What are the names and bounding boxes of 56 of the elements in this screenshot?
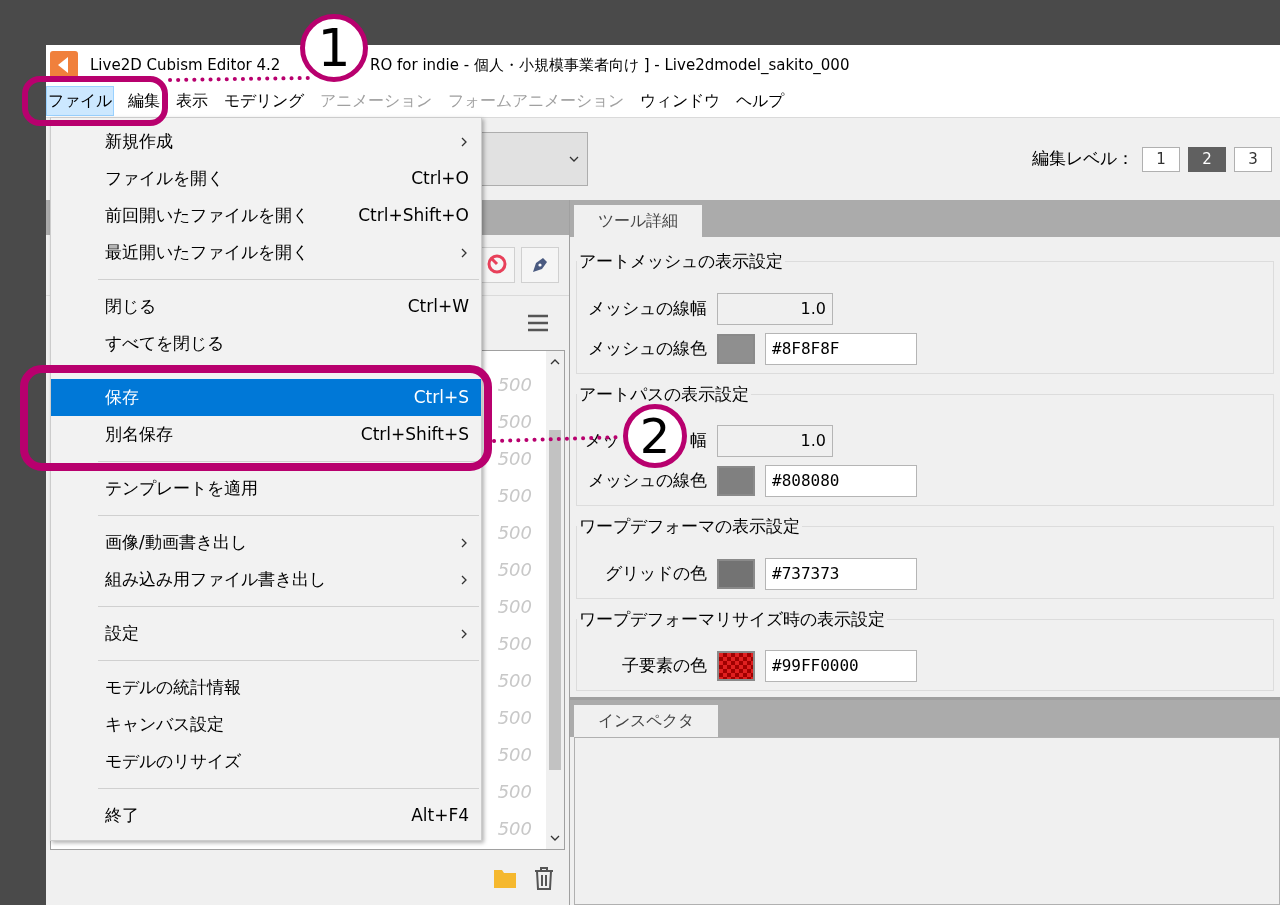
group-title: ワープデフォーマリサイズ時の表示設定 <box>578 607 886 631</box>
group-title: アートパスの表示設定 <box>578 382 750 406</box>
menu-bar-item[interactable]: ヘルプ <box>734 86 786 116</box>
menu-item[interactable]: 保存 Ctrl+S <box>51 379 481 416</box>
menu-item[interactable]: モデルの統計情報 <box>51 669 481 706</box>
field-label: グリッドの色 <box>604 561 707 585</box>
menu-item[interactable]: 最近開いたファイルを開く <box>51 234 481 271</box>
menu-item[interactable]: キャンバス設定 <box>51 706 481 743</box>
menu-item[interactable]: 新規作成 <box>51 123 481 160</box>
field-label: 幅 <box>690 429 707 453</box>
number-field[interactable]: 1.0 <box>717 292 833 325</box>
menu-item[interactable]: モデルのリサイズ <box>51 743 481 780</box>
menu-bar-item[interactable]: 表示 <box>174 86 210 116</box>
menu-item[interactable]: 設定 <box>51 615 481 652</box>
menu-bar-item[interactable]: ウィンドウ <box>638 86 722 116</box>
color-field[interactable]: #8F8F8F <box>765 332 917 365</box>
menu-item[interactable]: ファイルを開く Ctrl+O <box>51 160 481 197</box>
menu-bar-item[interactable]: ファイル <box>46 86 114 116</box>
menu-icon[interactable] <box>527 314 549 332</box>
menu-item[interactable]: テンプレートを適用 <box>51 470 481 507</box>
menu-bar-item[interactable]: 編集 <box>126 86 162 116</box>
tool-button[interactable] <box>521 247 559 283</box>
menu-bar-item[interactable]: モデリング <box>222 86 306 116</box>
color-field[interactable]: #99FF0000 <box>765 650 917 682</box>
menu-item[interactable]: すべてを閉じる <box>51 325 481 362</box>
step-marker: 1 <box>300 14 368 82</box>
field-label: 子要素の色 <box>621 654 707 678</box>
group-title: ワープデフォーマの表示設定 <box>578 515 801 538</box>
edit-level-button[interactable]: 1 <box>1142 146 1180 172</box>
menu-item[interactable]: 終了 Alt+F4 <box>51 797 481 834</box>
panel-tab[interactable]: ツール詳細 <box>574 205 702 237</box>
color-swatch[interactable] <box>717 466 755 496</box>
number-field[interactable]: 1.0 <box>717 425 833 457</box>
scrollbar[interactable] <box>546 351 564 849</box>
color-field[interactable]: #737373 <box>765 557 917 590</box>
color-swatch[interactable] <box>717 651 755 681</box>
trash-icon[interactable] <box>533 865 555 890</box>
menu-item[interactable]: 画像/動画書き出し <box>51 524 481 561</box>
edit-level-label: 編集レベル： <box>1032 147 1134 171</box>
group-title: アートメッシュの表示設定 <box>578 250 784 273</box>
color-field[interactable]: #808080 <box>765 465 917 497</box>
edit-level-button[interactable]: 3 <box>1234 146 1272 172</box>
window-title: RO for indie - 個人・小規模事業者向け ] - Live2dmodel_sakito_000 <box>370 54 850 76</box>
panel-tab[interactable]: インスペクタ <box>574 705 718 737</box>
menu-item[interactable]: 別名保存 Ctrl+Shift+S <box>51 416 481 453</box>
menu-item[interactable]: 組み込み用ファイル書き出し <box>51 561 481 598</box>
color-swatch[interactable] <box>717 333 755 364</box>
field-label: メッシュの線色 <box>587 469 707 493</box>
edit-level-button[interactable]: 2 <box>1188 146 1226 172</box>
window-title: Live2D Cubism Editor 4.2 <box>90 54 282 76</box>
app-logo-icon <box>50 51 78 79</box>
menu-item[interactable]: 閉じる Ctrl+W <box>51 288 481 325</box>
field-label: メッシュの線色 <box>587 336 707 360</box>
color-swatch[interactable] <box>717 558 755 589</box>
field-label: メッシュの線幅 <box>587 296 707 320</box>
menu-item[interactable]: 前回開いたファイルを開く Ctrl+Shift+O <box>51 197 481 234</box>
